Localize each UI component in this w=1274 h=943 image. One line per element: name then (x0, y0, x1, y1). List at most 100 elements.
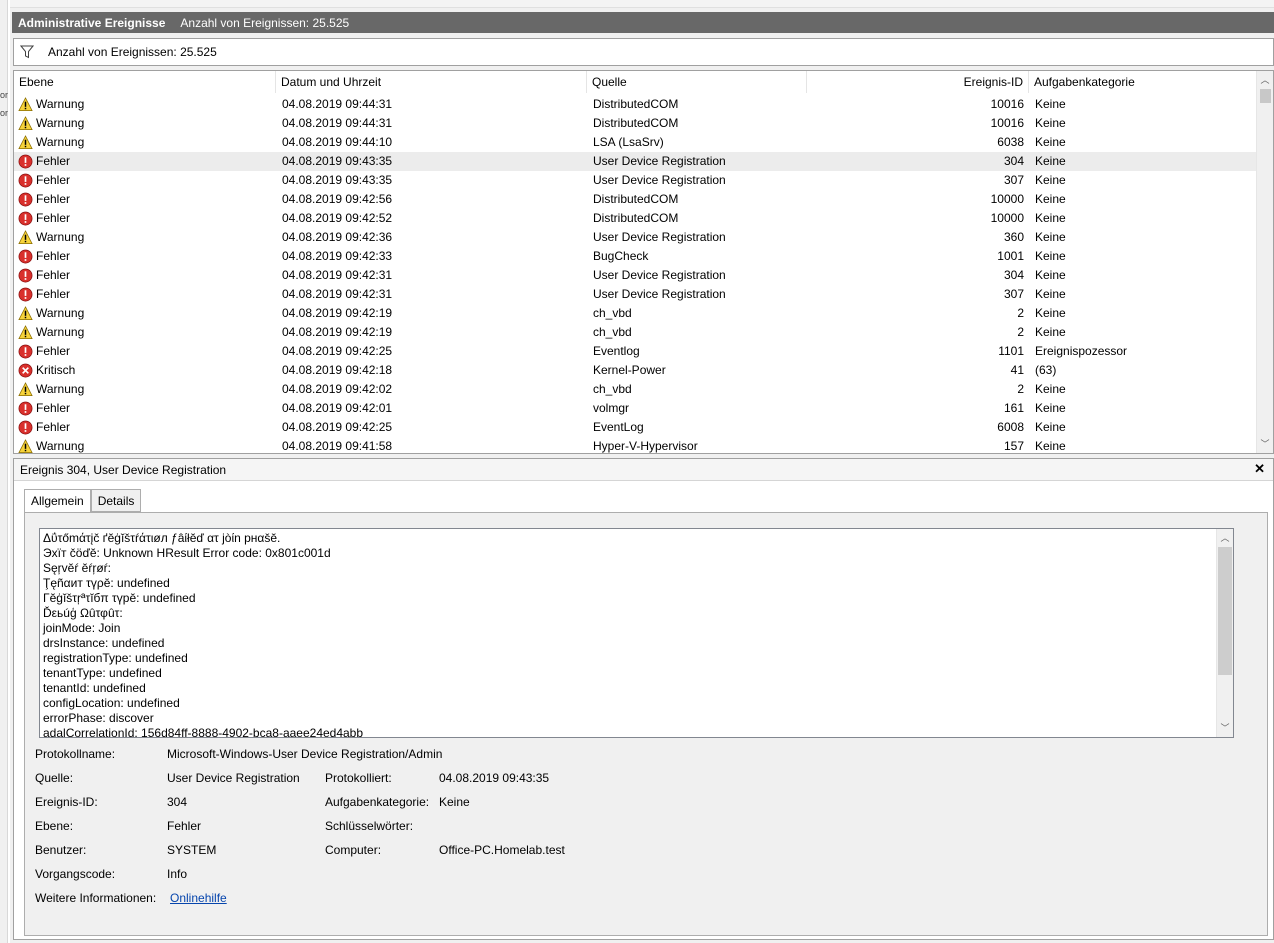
cell-level-text: Fehler (36, 192, 71, 206)
scroll-up-icon[interactable]: ︿ (1257, 72, 1273, 88)
cell-event-id: 304 (1003, 268, 1024, 282)
cell-level: Fehler (14, 247, 276, 266)
close-icon[interactable]: ✕ (1254, 462, 1265, 476)
view-event-count: Anzahl von Ereignissen: 25.525 (180, 15, 350, 30)
table-row[interactable]: Fehler 04.08.2019 09:42:31 User Device Reg… (14, 285, 1257, 304)
online-help-link[interactable]: Onlinehilfe (170, 891, 227, 905)
table-row[interactable]: Fehler 04.08.2019 09:42:25 Eventlog 1101 Ere… (14, 342, 1257, 361)
cell-event-id: 2 (1017, 325, 1024, 339)
detail-title: Ereignis 304, User Device Registration (20, 462, 227, 477)
prop-label-event-id: Ereignis-ID: (35, 795, 98, 809)
column-header-event-id[interactable]: Ereignis-ID (807, 71, 1029, 93)
message-line: tenantType: undefined (43, 666, 162, 680)
warning-icon (18, 382, 33, 396)
cell-level-text: Warnung (36, 306, 85, 320)
table-row[interactable]: Fehler 04.08.2019 09:42:56 DistributedCOM 1… (14, 190, 1257, 209)
cell-event-id: 1001 (997, 249, 1024, 263)
prop-label-log-name: Protokollname: (35, 747, 116, 761)
scroll-down-icon[interactable]: ﹀ (1217, 720, 1233, 736)
warning-icon (18, 306, 33, 320)
message-line: Γĕġĭšτŗªτĭбπ τүрĕ: undefined (43, 591, 196, 605)
filter-count-label: Anzahl von Ereignissen: 25.525 (48, 45, 217, 59)
cell-source: Eventlog (593, 344, 640, 358)
scroll-down-icon[interactable]: ﹀ (1257, 436, 1273, 452)
cell-level: Warnung (14, 323, 276, 342)
warning-icon (18, 116, 33, 130)
cell-level: Warnung (14, 437, 276, 453)
table-row[interactable]: Fehler 04.08.2019 09:43:35 User Device Reg… (14, 152, 1257, 171)
filter-funnel-icon[interactable] (20, 45, 34, 59)
table-row[interactable]: Fehler 04.08.2019 09:42:25 EventLog 6008 Kei… (14, 418, 1257, 437)
cell-event-id: 157 (1003, 439, 1024, 453)
scroll-thumb[interactable] (1260, 89, 1271, 103)
table-row[interactable]: Fehler 04.08.2019 09:42:33 BugCheck 1001 Kei… (14, 247, 1257, 266)
error-icon (18, 211, 33, 226)
table-row[interactable]: Fehler 04.08.2019 09:42:52 DistributedCOM 1… (14, 209, 1257, 228)
cell-event-id: 10016 (990, 97, 1024, 111)
table-row[interactable]: Fehler 04.08.2019 09:43:35 User Device Reg… (14, 171, 1257, 190)
tab-details[interactable]: Details (90, 489, 142, 512)
cell-event-id: 2 (1017, 382, 1024, 396)
cell-date: 04.08.2019 09:42:56 (282, 192, 393, 206)
cell-category: Keine (1035, 249, 1066, 263)
cell-level: Warnung (14, 114, 276, 133)
prop-label-more-info: Weitere Informationen: (35, 891, 157, 905)
table-row[interactable]: Warnung 04.08.2019 09:41:58 Hyper-V-Hyperv… (14, 437, 1257, 453)
column-header-source[interactable]: Quelle (587, 71, 807, 93)
scroll-thumb[interactable] (1218, 547, 1232, 675)
cell-source: Hyper-V-Hypervisor (593, 439, 698, 453)
column-header-level[interactable]: Ebene (14, 71, 276, 93)
warning-icon (18, 97, 33, 111)
events-table: Ebene Datum und Uhrzeit Quelle Ereignis-… (13, 70, 1274, 454)
filter-bar: Anzahl von Ereignissen: 25.525 (13, 38, 1274, 66)
cell-level-text: Warnung (36, 116, 85, 130)
table-row[interactable]: Warnung 04.08.2019 09:42:02 ch_vbd 2 Keine (14, 380, 1257, 399)
message-scrollbar[interactable]: ︿ ﹀ (1216, 529, 1233, 737)
column-header-category[interactable]: Aufgabenkategorie (1029, 71, 1257, 93)
cell-level-text: Fehler (36, 211, 71, 225)
event-message-box[interactable]: Δΰτőmάτįč ґĕġĭšτŕάτιøл ƒâίłĕď ατ jòίn рн… (39, 528, 1234, 738)
detail-tabs: Allgemein Details (24, 489, 142, 513)
table-row[interactable]: Fehler 04.08.2019 09:42:01 volmgr 161 Keine (14, 399, 1257, 418)
cell-category: Keine (1035, 420, 1066, 434)
cell-date: 04.08.2019 09:42:52 (282, 211, 393, 225)
table-row[interactable]: Warnung 04.08.2019 09:44:10 LSA (LsaSrv) 60… (14, 133, 1257, 152)
prop-value-logged: 04.08.2019 09:43:35 (439, 771, 550, 785)
table-row[interactable]: Kritisch 04.08.2019 09:42:18 Kernel-Power 4… (14, 361, 1257, 380)
warning-icon (18, 135, 33, 149)
cell-event-id: 161 (1003, 401, 1024, 415)
prop-value-level: Fehler (167, 819, 202, 833)
prop-label-source: Quelle: (35, 771, 74, 785)
prop-value-task-category: Keine (439, 795, 470, 809)
tab-general[interactable]: Allgemein (24, 489, 91, 513)
cell-level-text: Fehler (36, 173, 71, 187)
table-row[interactable]: Warnung 04.08.2019 09:42:36 User Device Re… (14, 228, 1257, 247)
cell-level: Fehler (14, 399, 276, 418)
table-row[interactable]: Fehler 04.08.2019 09:42:31 User Device Reg… (14, 266, 1257, 285)
column-header-date[interactable]: Datum und Uhrzeit (276, 71, 587, 93)
error-icon (18, 287, 33, 302)
cell-category: Keine (1035, 382, 1066, 396)
cell-date: 04.08.2019 09:42:18 (282, 363, 393, 377)
cell-level-text: Fehler (36, 287, 71, 301)
message-line: registrationType: undefined (43, 651, 188, 665)
cell-level: Fehler (14, 418, 276, 437)
cell-event-id: 360 (1003, 230, 1024, 244)
cell-level: Fehler (14, 152, 276, 171)
table-row[interactable]: Warnung 04.08.2019 09:44:31 DistributedCOM… (14, 114, 1257, 133)
table-row[interactable]: Warnung 04.08.2019 09:44:31 DistributedCOM… (14, 95, 1257, 114)
table-row[interactable]: Warnung 04.08.2019 09:42:19 ch_vbd 2 Keine (14, 304, 1257, 323)
cell-source: User Device Registration (593, 287, 726, 301)
table-row[interactable]: Warnung 04.08.2019 09:42:19 ch_vbd 2 Keine (14, 323, 1257, 342)
cell-source: ch_vbd (593, 306, 632, 320)
table-scrollbar[interactable]: ︿ ﹀ (1256, 71, 1273, 453)
cell-date: 04.08.2019 09:44:31 (282, 116, 393, 130)
cell-event-id: 10000 (990, 192, 1024, 206)
cell-event-id: 6038 (997, 135, 1024, 149)
cell-source: Kernel-Power (593, 363, 666, 377)
scroll-up-icon[interactable]: ︿ (1217, 530, 1233, 546)
cell-category: Keine (1035, 325, 1066, 339)
cell-category: Keine (1035, 135, 1066, 149)
view-titlebar: Administrative Ereignisse Anzahl von Ere… (12, 12, 1274, 33)
cell-level-text: Fehler (36, 344, 71, 358)
